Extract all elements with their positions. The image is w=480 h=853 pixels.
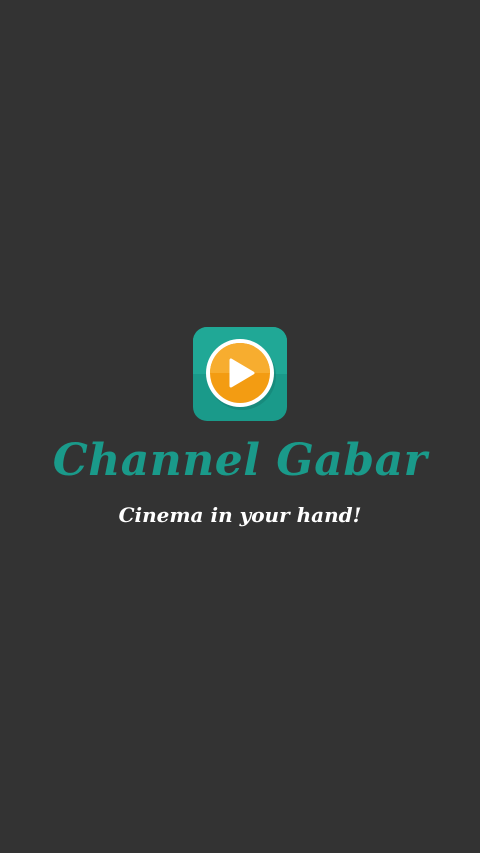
- app-tagline: Cinema in your hand!: [118, 503, 362, 527]
- splash-screen: Channel Gabar Cinema in your hand!: [0, 0, 480, 853]
- app-title: Channel Gabar: [52, 435, 428, 486]
- app-logo-icon: [193, 327, 287, 421]
